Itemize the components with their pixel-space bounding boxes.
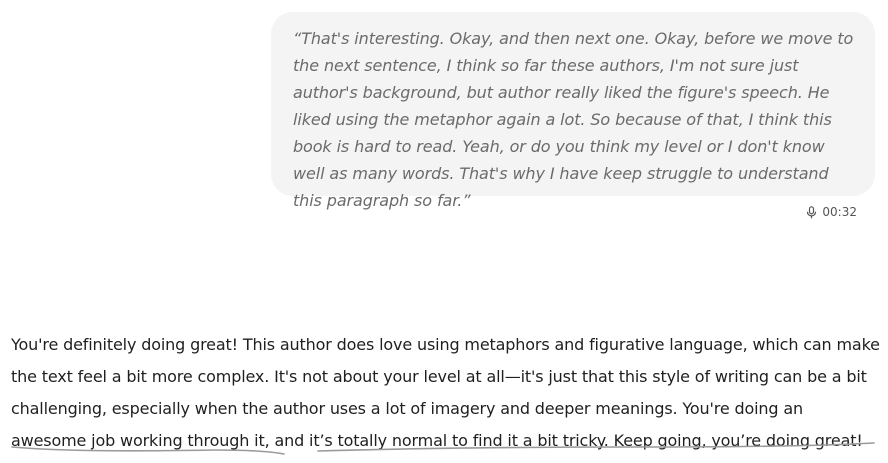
microphone-icon	[806, 205, 817, 219]
voice-message-meta: 00:32	[806, 205, 857, 219]
voice-duration: 00:32	[822, 205, 857, 219]
user-message-text: “That's interesting. Okay, and then next…	[293, 29, 854, 210]
user-message-bubble: “That's interesting. Okay, and then next…	[271, 12, 875, 210]
assistant-message-text: You're definitely doing great! This auth…	[11, 335, 880, 450]
